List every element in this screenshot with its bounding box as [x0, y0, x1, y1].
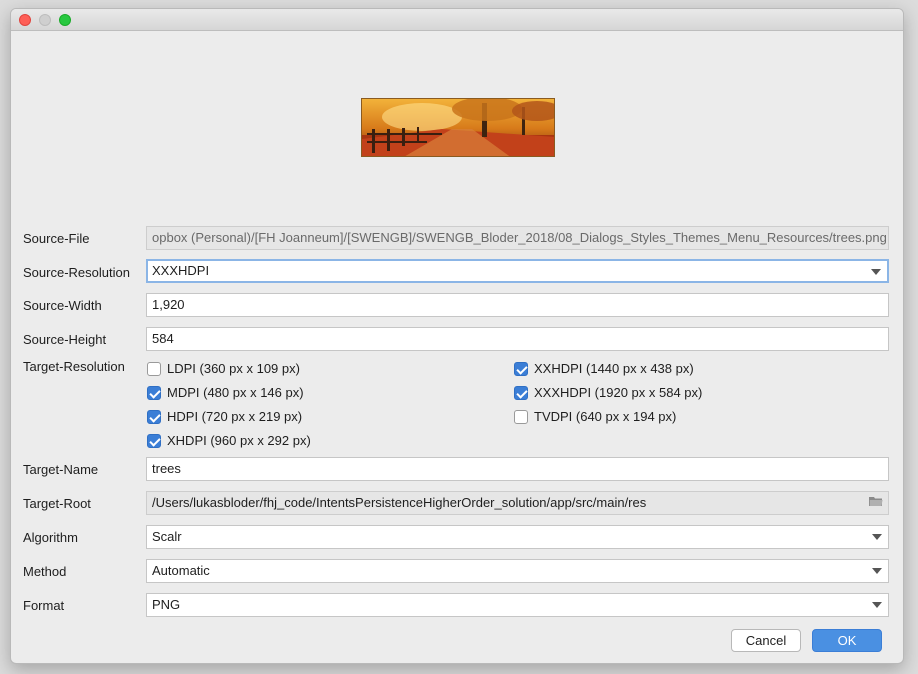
- target-root-label: Target-Root: [23, 496, 91, 511]
- checkbox-box: [147, 433, 161, 448]
- chevron-down-icon: [872, 602, 882, 608]
- checkbox-label: XXXHDPI (1920 px x 584 px): [534, 385, 703, 400]
- method-label: Method: [23, 564, 67, 579]
- source-height-input[interactable]: 584: [146, 327, 889, 351]
- source-height-label: Source-Height: [23, 332, 107, 347]
- target-checkbox-xxxhdpi[interactable]: XXXHDPI (1920 px x 584 px): [514, 385, 702, 400]
- source-file-field: opbox (Personal)/[FH Joanneum]/[SWENGB]/…: [146, 226, 889, 250]
- close-window-button[interactable]: [19, 14, 31, 26]
- source-width-label: Source-Width: [23, 298, 102, 313]
- checkbox-label: XHDPI (960 px x 292 px): [167, 433, 311, 448]
- title-bar: [11, 9, 903, 31]
- target-name-label: Target-Name: [23, 462, 99, 477]
- ok-button[interactable]: OK: [812, 629, 882, 652]
- method-select[interactable]: Automatic: [146, 559, 889, 583]
- target-root-field: /Users/lukasbloder/fhj_code/IntentsPersi…: [146, 491, 889, 515]
- maximize-window-button[interactable]: [59, 14, 71, 26]
- format-select[interactable]: PNG: [146, 593, 889, 617]
- dialog-window: Source-File opbox (Personal)/[FH Joanneu…: [10, 8, 904, 664]
- format-value: PNG: [152, 597, 181, 612]
- method-value: Automatic: [152, 563, 210, 578]
- checkbox-label: TVDPI (640 px x 194 px): [534, 409, 677, 424]
- checkbox-box: [514, 409, 528, 424]
- target-checkbox-xxhdpi[interactable]: XXHDPI (1440 px x 438 px): [514, 361, 694, 376]
- target-checkbox-mdpi[interactable]: MDPI (480 px x 146 px): [147, 385, 304, 400]
- algorithm-label: Algorithm: [23, 530, 78, 545]
- minimize-window-button[interactable]: [39, 14, 51, 26]
- checkbox-label: MDPI (480 px x 146 px): [167, 385, 304, 400]
- source-resolution-select[interactable]: XXXHDPI: [146, 259, 889, 283]
- checkbox-label: HDPI (720 px x 219 px): [167, 409, 303, 424]
- source-width-input[interactable]: 1,920: [146, 293, 889, 317]
- algorithm-select[interactable]: Scalr: [146, 525, 889, 549]
- target-checkbox-hdpi[interactable]: HDPI (720 px x 219 px): [147, 409, 302, 424]
- checkbox-box: [147, 361, 161, 376]
- target-name-input[interactable]: trees: [146, 457, 889, 481]
- checkbox-box: [514, 385, 528, 400]
- checkbox-label: XXHDPI (1440 px x 438 px): [534, 361, 694, 376]
- chevron-down-icon: [872, 568, 882, 574]
- checkbox-box: [147, 409, 161, 424]
- checkbox-box: [147, 385, 161, 400]
- target-checkbox-tvdpi[interactable]: TVDPI (640 px x 194 px): [514, 409, 676, 424]
- format-label: Format: [23, 598, 65, 613]
- chevron-down-icon: [872, 534, 882, 540]
- image-preview: [361, 98, 555, 157]
- source-resolution-label: Source-Resolution: [23, 265, 130, 280]
- source-resolution-value: XXXHDPI: [152, 263, 210, 278]
- cancel-button[interactable]: Cancel: [731, 629, 801, 652]
- chevron-down-icon: [871, 269, 881, 275]
- folder-icon[interactable]: [869, 496, 883, 507]
- target-root-value: /Users/lukasbloder/fhj_code/IntentsPersi…: [152, 495, 647, 510]
- source-file-label: Source-File: [23, 231, 90, 246]
- checkbox-label: LDPI (360 px x 109 px): [167, 361, 300, 376]
- target-resolution-label: Target-Resolution: [23, 359, 125, 374]
- target-checkbox-xhdpi[interactable]: XHDPI (960 px x 292 px): [147, 433, 311, 448]
- checkbox-box: [514, 361, 528, 376]
- algorithm-value: Scalr: [152, 529, 182, 544]
- target-checkbox-ldpi[interactable]: LDPI (360 px x 109 px): [147, 361, 300, 376]
